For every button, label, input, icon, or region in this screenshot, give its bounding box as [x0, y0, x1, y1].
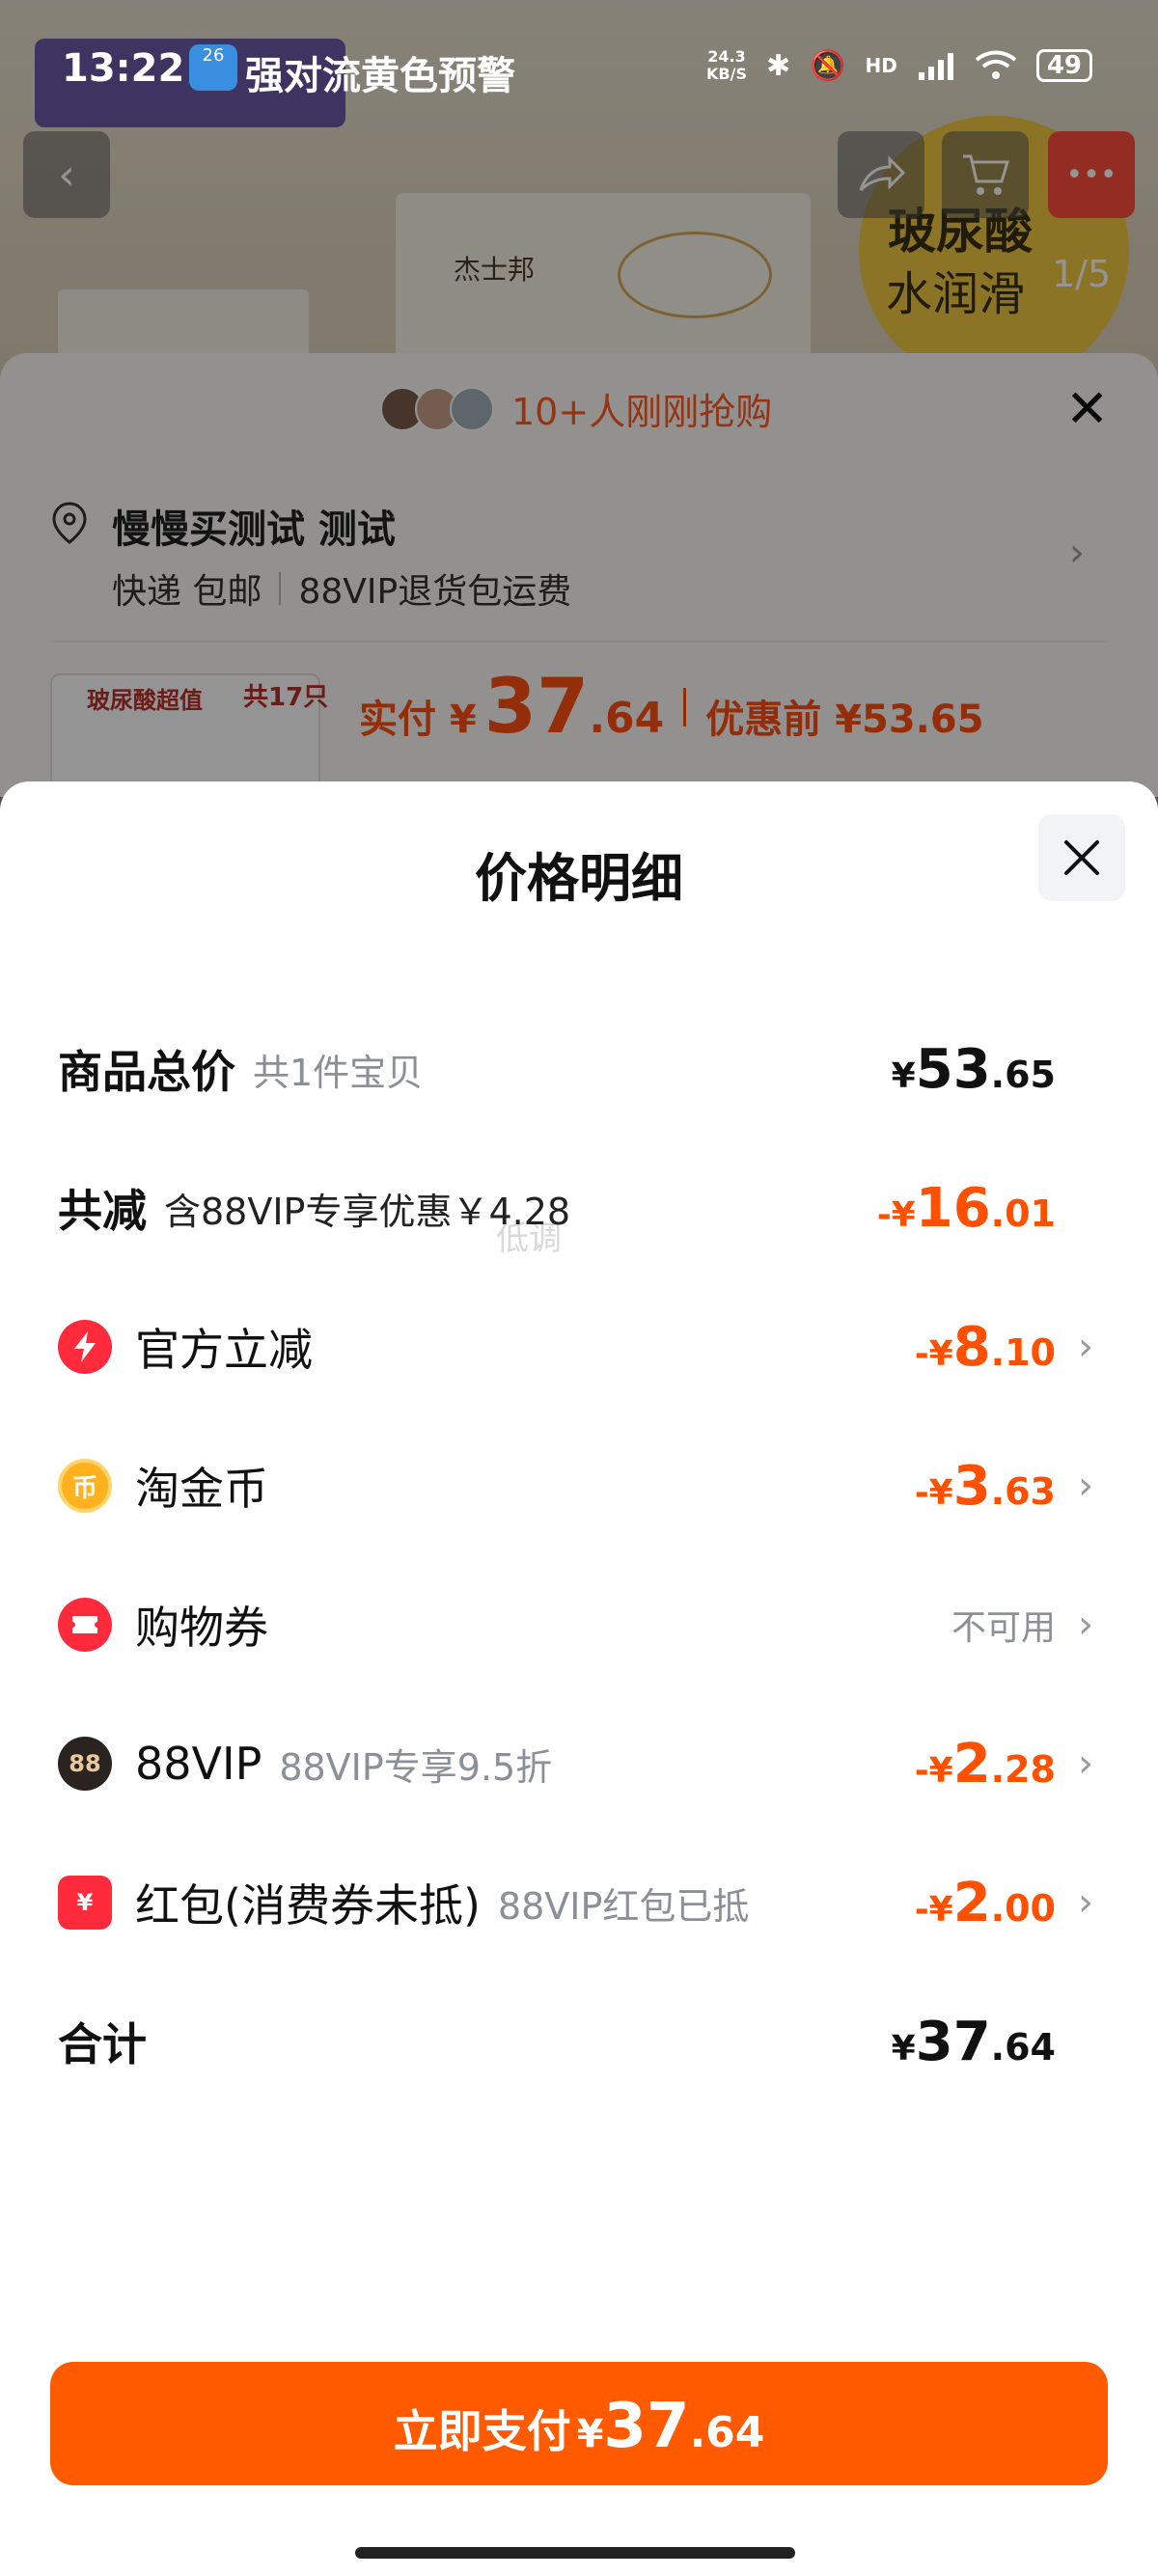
- row-amount: -¥ 16 .01: [877, 1177, 1056, 1240]
- mute-icon: 🔕: [810, 48, 846, 83]
- amount-int: 2: [952, 1732, 991, 1795]
- row-amount: ¥ 37 .64: [892, 2011, 1056, 2073]
- chevron-right-icon: ›: [1078, 1464, 1093, 1508]
- currency: ¥: [891, 1055, 916, 1096]
- bluetooth-icon: ✱: [765, 48, 791, 83]
- amount-dec: .64: [689, 2408, 765, 2457]
- vip-icon: 88: [58, 1737, 112, 1791]
- net-speed-value: 24.3: [707, 47, 746, 66]
- amount-int: 37: [915, 2010, 991, 2073]
- close-icon: [1064, 840, 1099, 875]
- amount-int: 3: [952, 1454, 991, 1518]
- currency: -¥: [914, 1333, 953, 1374]
- row-subtotal: 商品总价 共1件宝贝 ¥ 53 .65 ›: [58, 1021, 1100, 1117]
- row-note: 含88VIP专享优惠￥4.28: [164, 1190, 571, 1233]
- row-title: 购物券: [135, 1602, 268, 1654]
- lightning-icon: [58, 1320, 112, 1374]
- amount-dec: .65: [990, 1053, 1056, 1096]
- currency: -¥: [914, 1472, 953, 1513]
- voucher-status: 不可用: [951, 1608, 1056, 1648]
- amount-dec: .10: [990, 1330, 1056, 1374]
- row-official-discount[interactable]: 官方立减 -¥ 8 .10 ›: [58, 1299, 1100, 1395]
- amount-int: 16: [915, 1176, 991, 1240]
- chevron-right-icon: ›: [1078, 1603, 1093, 1647]
- battery-icon: 49: [1035, 49, 1092, 82]
- amount-dec: .28: [990, 1747, 1056, 1791]
- coin-icon: 币: [58, 1459, 112, 1513]
- amount-int: 37: [603, 2391, 690, 2462]
- row-88vip[interactable]: 88 88VIP 88VIP专享9.5折 -¥ 2 .28 ›: [58, 1715, 1100, 1812]
- row-note: 共1件宝贝: [253, 1051, 424, 1094]
- weather-alert: 强对流黄色预警: [245, 54, 515, 98]
- row-amount: ¥ 53 .65: [892, 1038, 1056, 1101]
- signal-label: HD: [865, 54, 897, 77]
- amount-dec: .63: [990, 1469, 1056, 1513]
- home-indicator[interactable]: [355, 2547, 795, 2559]
- row-title: 88VIP: [135, 1738, 262, 1790]
- sheet-title: 价格明细: [475, 848, 683, 909]
- row-title: 红包(消费券未抵): [135, 1879, 481, 1932]
- chevron-right-icon: ›: [1078, 1880, 1093, 1925]
- weather-icon: 26: [189, 44, 237, 91]
- currency: ¥: [576, 2412, 604, 2456]
- close-button[interactable]: [1038, 814, 1125, 901]
- currency: -¥: [876, 1194, 916, 1235]
- net-speed-unit: KB/S: [706, 65, 747, 83]
- row-note: 88VIP红包已抵: [497, 1884, 750, 1928]
- row-title: 共减: [58, 1185, 147, 1237]
- currency: -¥: [914, 1750, 953, 1791]
- row-red-packet[interactable]: ¥ 红包(消费券未抵) 88VIP红包已抵 -¥ 2 .00 ›: [58, 1854, 1100, 1951]
- row-shopping-voucher[interactable]: 购物券 不可用 ›: [58, 1576, 1100, 1673]
- status-bar: 13:22 26 强对流黄色预警 24.3 KB/S ✱ 🔕 HD 49: [0, 0, 1158, 135]
- signal-icon: [918, 53, 953, 80]
- row-title: 官方立减: [135, 1324, 313, 1376]
- row-title: 淘金币: [135, 1463, 268, 1515]
- red-packet-icon: ¥: [58, 1876, 112, 1930]
- amount-int: 8: [952, 1315, 991, 1379]
- row-amount: -¥ 2 .28: [915, 1733, 1056, 1795]
- amount-int: 53: [915, 1037, 991, 1101]
- chevron-right-icon: ›: [1078, 1741, 1093, 1786]
- currency: ¥: [891, 2028, 916, 2069]
- pay-button-label: 立即支付: [393, 2405, 571, 2457]
- price-detail-sheet: 价格明细 低调 商品总价 共1件宝贝 ¥ 53 .65 › 共减 含88VIP专…: [0, 781, 1158, 2576]
- row-title: 合计: [58, 2018, 147, 2070]
- row-title: 商品总价: [58, 1046, 235, 1098]
- row-amount: -¥ 8 .10: [915, 1316, 1056, 1379]
- status-icons: 24.3 KB/S ✱ 🔕 HD 49: [706, 48, 1092, 83]
- chevron-right-icon: ›: [1078, 1325, 1093, 1369]
- row-total-discount: 共减 含88VIP专享优惠￥4.28 -¥ 16 .01 ›: [58, 1160, 1100, 1256]
- pay-now-button[interactable]: 立即支付 ¥ 37 .64: [50, 2362, 1108, 2485]
- row-taobao-coins[interactable]: 币 淘金币 -¥ 3 .63 ›: [58, 1438, 1100, 1534]
- row-total: 合计 ¥ 37 .64 ›: [58, 1993, 1100, 2090]
- amount-dec: .00: [990, 1886, 1056, 1930]
- row-amount: -¥ 2 .00: [915, 1872, 1056, 1934]
- row-note: 88VIP专享9.5折: [279, 1745, 553, 1789]
- amount-dec: .64: [990, 2025, 1056, 2069]
- clock: 13:22: [62, 46, 185, 91]
- amount-dec: .01: [990, 1192, 1056, 1235]
- ticket-icon: [58, 1598, 112, 1652]
- amount-int: 2: [952, 1871, 991, 1934]
- net-speed: 24.3 KB/S: [706, 48, 747, 83]
- row-amount: -¥ 3 .63: [915, 1455, 1056, 1518]
- wifi-icon: [975, 50, 1017, 79]
- currency: -¥: [914, 1889, 953, 1930]
